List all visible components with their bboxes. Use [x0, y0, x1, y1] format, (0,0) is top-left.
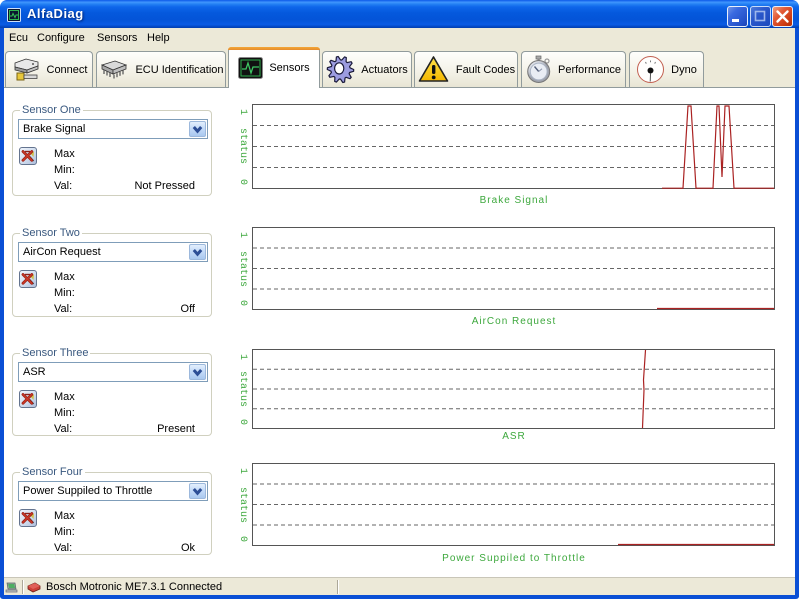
svg-text:0: 0 — [237, 179, 248, 185]
svg-text:status: status — [237, 371, 248, 407]
svg-text:status: status — [237, 128, 248, 164]
svg-text:0: 0 — [237, 300, 248, 306]
svg-text:1: 1 — [237, 109, 248, 115]
svg-text:0: 0 — [237, 536, 248, 542]
svg-text:1: 1 — [237, 468, 248, 474]
svg-text:status: status — [237, 487, 248, 523]
svg-text:1: 1 — [237, 354, 248, 360]
svg-text:status: status — [237, 251, 248, 287]
svg-text:1: 1 — [237, 232, 248, 238]
svg-text:0: 0 — [237, 419, 248, 425]
